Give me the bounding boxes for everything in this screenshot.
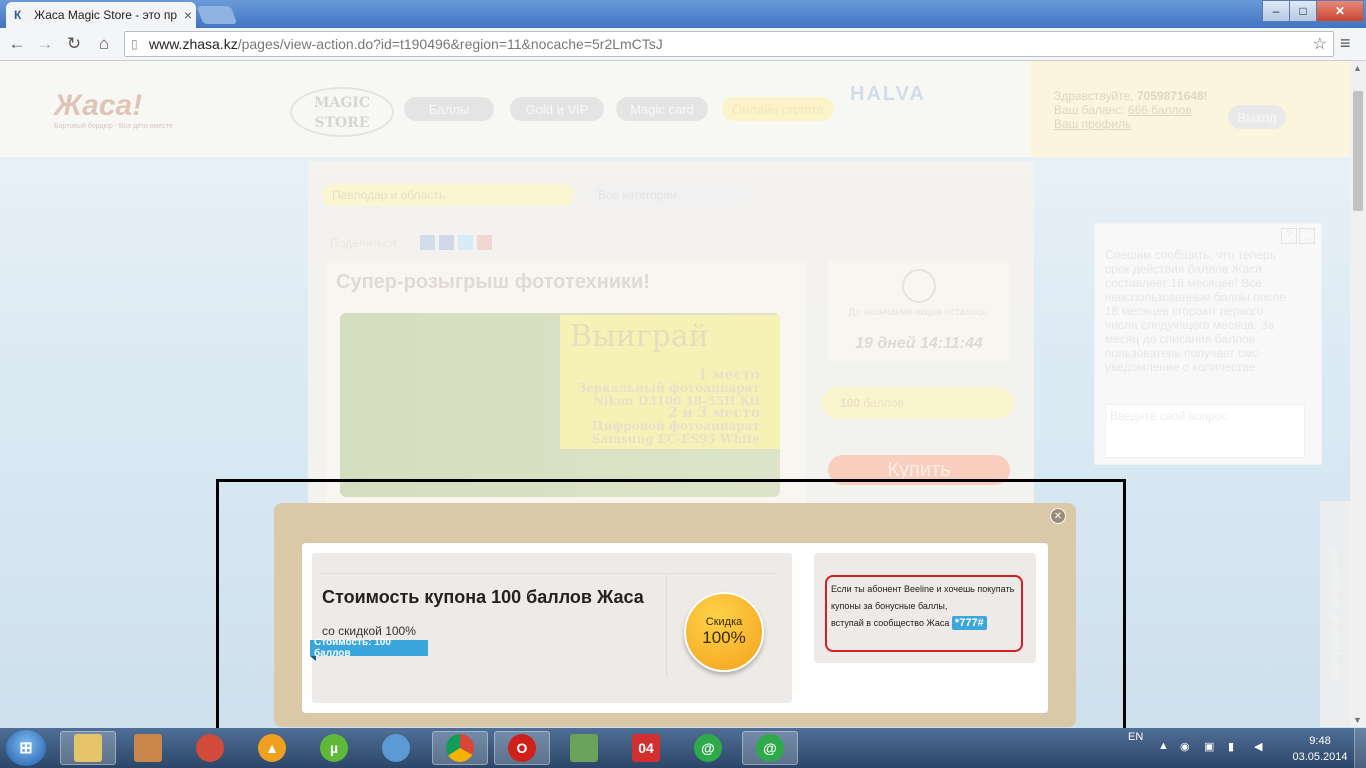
maximize-button[interactable]: □	[1289, 0, 1317, 22]
tray-device-icon[interactable]: ▣	[1204, 740, 1214, 753]
highlight-frame	[216, 479, 1126, 743]
paint-taskbar-button[interactable]	[368, 731, 424, 765]
utorrent-icon: µ	[320, 734, 348, 762]
chrome-taskbar-button[interactable]	[432, 731, 488, 765]
close-window-button[interactable]: ✕	[1316, 0, 1364, 22]
mail-agent-icon: @	[694, 734, 722, 762]
chrome-menu-icon[interactable]: ≡	[1340, 33, 1351, 54]
tray-app-icon[interactable]: ◉	[1180, 740, 1190, 753]
page-icon: ▯	[131, 37, 138, 51]
mail-agent-2-taskbar-button[interactable]: @	[742, 731, 798, 765]
explorer-taskbar-button[interactable]	[60, 731, 116, 765]
network-app-taskbar-button[interactable]	[556, 731, 612, 765]
utorrent-taskbar-button[interactable]: µ	[306, 731, 362, 765]
chrome-icon	[446, 734, 474, 762]
language-indicator[interactable]: EN	[1128, 731, 1143, 743]
mail-agent-taskbar-button[interactable]: @	[680, 731, 736, 765]
tray-expand-icon[interactable]: ▲	[1158, 740, 1169, 752]
volume-icon[interactable]: ◀	[1254, 740, 1262, 753]
archive-taskbar-button[interactable]	[120, 731, 176, 765]
url-domain: www.zhasa.kz	[149, 36, 238, 52]
aimp-icon: ▲	[258, 734, 286, 762]
mail-agent-icon: @	[756, 734, 784, 762]
system-clock[interactable]: 9:48 03.05.2014	[1290, 733, 1350, 765]
opera-taskbar-button[interactable]: O	[494, 731, 550, 765]
address-bar[interactable]: ▯ www.zhasa.kz/pages/view-action.do?id=t…	[124, 31, 1334, 57]
aimp-taskbar-button[interactable]: ▲	[244, 731, 300, 765]
calendar-taskbar-button[interactable]: 04	[618, 731, 674, 765]
vk-favicon-icon: К	[14, 8, 22, 22]
new-tab-button[interactable]	[196, 6, 238, 24]
start-button[interactable]: ⊞	[6, 730, 46, 766]
network-app-icon	[570, 734, 598, 762]
scroll-down-icon[interactable]: ▼	[1353, 715, 1362, 725]
ccleaner-icon	[196, 734, 224, 762]
browser-tab[interactable]: К Жаса Magic Store - это пр ×	[6, 2, 196, 28]
bookmark-star-icon[interactable]: ☆	[1313, 34, 1327, 54]
archive-icon	[134, 734, 162, 762]
show-desktop-button[interactable]	[1354, 728, 1366, 768]
paint-icon	[382, 734, 410, 762]
scroll-up-icon[interactable]: ▲	[1353, 63, 1362, 73]
opera-icon: O	[508, 734, 536, 762]
clock-time: 9:48	[1309, 735, 1331, 747]
page-scrollbar[interactable]: ▲ ▼	[1350, 61, 1366, 727]
scroll-thumb[interactable]	[1353, 91, 1363, 211]
reload-icon[interactable]: ↻	[63, 33, 85, 55]
clock-date: 03.05.2014	[1292, 751, 1348, 763]
folder-icon	[74, 734, 102, 762]
home-icon[interactable]: ⌂	[93, 33, 115, 55]
minimize-button[interactable]: –	[1262, 0, 1290, 22]
ccleaner-taskbar-button[interactable]	[182, 731, 238, 765]
tab-title: Жаса Magic Store - это пр	[34, 8, 177, 22]
back-arrow-icon[interactable]: ←	[6, 33, 28, 55]
network-signal-icon[interactable]: ▮	[1228, 740, 1234, 753]
tab-close-icon[interactable]: ×	[180, 7, 196, 23]
url-path: /pages/view-action.do?id=t190496&region=…	[237, 36, 663, 52]
calendar-icon: 04	[632, 734, 660, 762]
forward-arrow-icon[interactable]: →	[34, 33, 56, 55]
